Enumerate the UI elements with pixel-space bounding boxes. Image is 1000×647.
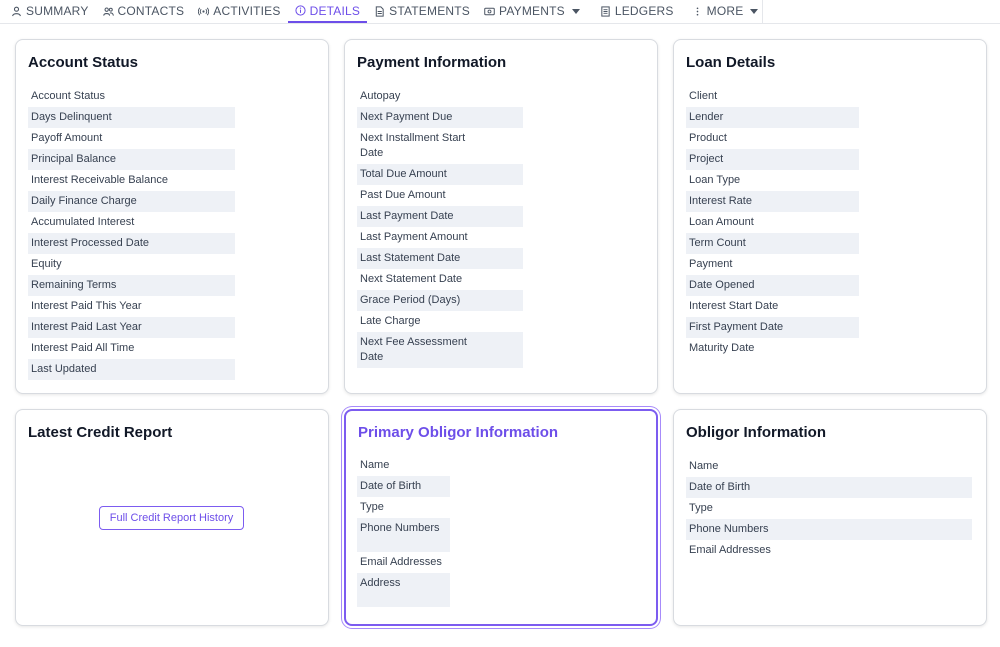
tab-ledgers-label: LEDGERS: [614, 4, 674, 18]
ledger-icon: [601, 5, 610, 17]
field-label: Maturity Date: [689, 342, 755, 354]
tab-activities[interactable]: ACTIVITIES: [191, 0, 287, 22]
person-icon: [12, 6, 21, 16]
tab-ledgers[interactable]: LEDGERS: [593, 0, 681, 22]
field-label: Interest Paid Last Year: [28, 317, 235, 338]
latest-credit-report-card: Latest Credit Report Full Credit Report …: [15, 409, 329, 626]
field-label: Address: [357, 573, 450, 607]
field-label: Interest Processed Date: [28, 233, 235, 254]
field-label: Project: [686, 149, 859, 170]
field-label: Interest Rate: [686, 191, 859, 212]
field-label: Phone Numbers: [357, 518, 450, 552]
full-credit-report-history-button[interactable]: Full Credit Report History: [99, 506, 244, 530]
broadcast-icon: [198, 7, 210, 15]
tab-details-label: DETAILS: [309, 3, 361, 18]
account-status-title: Account Status: [28, 54, 139, 71]
obligor-information-fields: Name Date of Birth Type Phone Numbers Em…: [686, 456, 972, 561]
account-status-card: Account Status Account Status Days Delin…: [15, 39, 329, 394]
field-label: Type: [360, 501, 384, 513]
tab-activities-label: ACTIVITIES: [213, 4, 281, 18]
field-label: Late Charge: [360, 315, 421, 327]
nav-divider: [762, 0, 763, 23]
info-icon: [295, 5, 306, 16]
field-label: Daily Finance Charge: [28, 191, 235, 212]
tab-statements-label: STATEMENTS: [389, 4, 471, 18]
people-icon: [102, 7, 114, 16]
field-label: Last Statement Date: [357, 248, 523, 269]
field-label: Date of Birth: [357, 476, 450, 497]
field-label: Lender: [686, 107, 859, 128]
money-icon: [484, 7, 495, 15]
obligor-information-card: Obligor Information Name Date of Birth T…: [673, 409, 987, 626]
field-label: Date of Birth: [686, 477, 972, 498]
tab-more[interactable]: MORE: [685, 0, 766, 22]
field-label: Next Payment Due: [357, 107, 523, 128]
field-label: Last Payment Amount: [360, 231, 468, 243]
primary-obligor-card: Primary Obligor Information Name Date of…: [344, 409, 658, 626]
loan-details-fields: Client Lender Product Project Loan Type …: [686, 86, 859, 359]
primary-obligor-title: Primary Obligor Information: [358, 424, 559, 441]
field-label: Loan Amount: [689, 216, 754, 228]
field-label: Interest Start Date: [689, 300, 779, 312]
payment-information-fields: Autopay Next Payment Due Next Installmen…: [357, 86, 523, 368]
field-label: Remaining Terms: [28, 275, 235, 296]
field-label: Date Opened: [686, 275, 859, 296]
field-label: Interest Paid All Time: [31, 342, 135, 354]
latest-credit-report-title: Latest Credit Report: [28, 424, 173, 441]
tab-contacts[interactable]: CONTACTS: [96, 0, 192, 22]
field-label: Name: [689, 460, 719, 472]
field-label: Autopay: [360, 90, 401, 102]
field-label: Email Addresses: [689, 544, 771, 556]
tab-summary-label: SUMMARY: [26, 4, 89, 18]
account-status-fields: Account Status Days Delinquent Payoff Am…: [28, 86, 235, 380]
field-label: Next Fee Assessment Date: [357, 332, 523, 368]
tab-bar: SUMMARY CONTACTS ACTIVITIES DETAILS STAT…: [0, 0, 1000, 24]
field-label: Equity: [31, 258, 62, 270]
payment-information-card: Payment Information Autopay Next Payment…: [344, 39, 658, 394]
field-label: Grace Period (Days): [357, 290, 523, 311]
field-label: First Payment Date: [686, 317, 859, 338]
field-label: Name: [360, 459, 390, 471]
field-label: Term Count: [686, 233, 859, 254]
tab-contacts-label: CONTACTS: [117, 4, 185, 18]
field-label: Email Addresses: [360, 556, 442, 568]
tab-more-label: MORE: [706, 4, 744, 18]
chevron-down-icon: [750, 8, 759, 14]
field-label: Principal Balance: [28, 149, 235, 170]
more-vertical-icon: [696, 6, 698, 16]
field-label: Phone Numbers: [686, 519, 972, 540]
chevron-down-icon: [571, 8, 580, 14]
field-label: Total Due Amount: [357, 164, 523, 185]
field-label: Type: [689, 502, 713, 514]
field-label: Loan Type: [689, 174, 741, 186]
field-label: Past Due Amount: [360, 189, 446, 201]
document-icon: [375, 5, 384, 17]
field-label: Product: [689, 132, 727, 144]
field-label: Accumulated Interest: [31, 216, 135, 228]
field-label: Payoff Amount: [31, 132, 103, 144]
primary-obligor-fields: Name Date of Birth Type Phone Numbers Em…: [357, 455, 450, 607]
field-label: Last Payment Date: [357, 206, 523, 227]
tab-statements[interactable]: STATEMENTS: [367, 0, 477, 22]
tab-summary[interactable]: SUMMARY: [4, 0, 96, 22]
field-label: Payment: [689, 258, 733, 270]
payment-information-title: Payment Information: [357, 54, 507, 71]
loan-details-card: Loan Details Client Lender Product Proje…: [673, 39, 987, 394]
field-label: Interest Receivable Balance: [31, 174, 168, 186]
field-label: Client: [689, 90, 718, 102]
tab-details[interactable]: DETAILS: [287, 0, 368, 23]
field-label: Account Status: [31, 90, 105, 102]
field-label: Days Delinquent: [28, 107, 235, 128]
field-label: Interest Paid This Year: [31, 300, 142, 312]
tab-payments[interactable]: PAYMENTS: [477, 0, 587, 22]
field-label: Next Statement Date: [360, 273, 463, 285]
field-label: Last Updated: [28, 359, 235, 380]
field-label: Next Installment Start Date: [360, 132, 466, 159]
tab-payments-label: PAYMENTS: [499, 4, 565, 18]
loan-details-title: Loan Details: [686, 54, 776, 71]
obligor-information-title: Obligor Information: [686, 424, 826, 441]
